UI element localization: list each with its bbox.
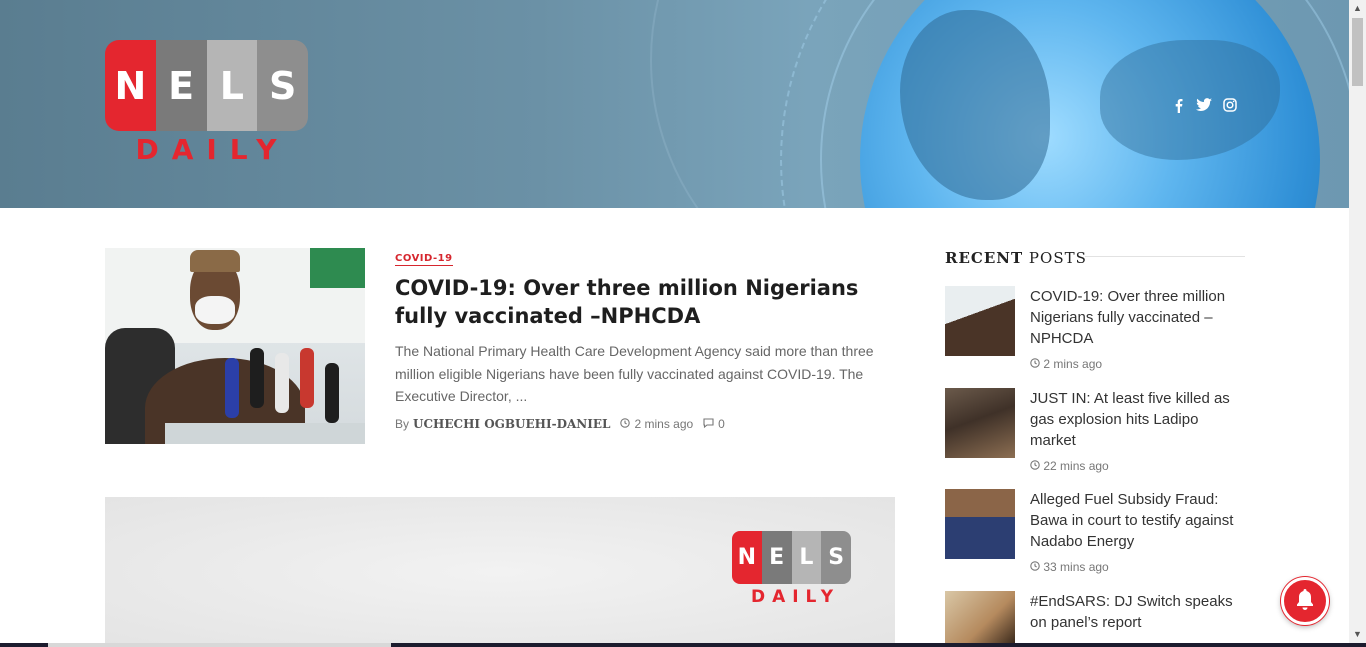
- post-time-text: 2 mins ago: [1043, 357, 1103, 371]
- heading-bold: RECENT: [945, 249, 1024, 267]
- logo-letter: E: [761, 531, 792, 584]
- taskbar-active-item: [48, 643, 391, 647]
- instagram-icon[interactable]: [1222, 96, 1238, 114]
- header-decoration-ring: [820, 0, 1349, 208]
- banner-logo: N E L S DAILY: [732, 531, 852, 611]
- recent-posts-heading: RECENT POSTS: [945, 249, 1087, 267]
- comment-icon[interactable]: [703, 417, 714, 431]
- recent-post-item[interactable]: COVID-19: Over three million Nigerians f…: [945, 286, 1245, 376]
- post-title[interactable]: #EndSARS: DJ Switch speaks on panel’s re…: [1030, 591, 1245, 633]
- author-link[interactable]: UCHECHI OGBUEHI-DANIEL: [413, 417, 610, 431]
- logo-subtitle: DAILY: [750, 587, 841, 607]
- post-title[interactable]: Alleged Fuel Subsidy Fraud: Bawa in cour…: [1030, 489, 1245, 552]
- comment-count[interactable]: 0: [718, 417, 725, 431]
- logo-subtitle: DAILY: [135, 133, 290, 166]
- twitter-icon[interactable]: [1196, 96, 1212, 114]
- clock-icon: [1030, 357, 1040, 371]
- logo-letter: S: [257, 40, 308, 131]
- logo-letter: S: [821, 531, 851, 584]
- image-person: [195, 296, 235, 324]
- post-title[interactable]: COVID-19: Over three million Nigerians f…: [1030, 286, 1245, 349]
- post-title[interactable]: JUST IN: At least five killed as gas exp…: [1030, 388, 1245, 451]
- site-header: N E L S DAILY: [0, 0, 1349, 208]
- logo-letters: N E L S: [105, 40, 308, 131]
- scroll-up-arrow-icon[interactable]: ▲: [1349, 0, 1366, 17]
- post-time: 22 mins ago: [1030, 459, 1109, 473]
- post-time-text: 22 mins ago: [1043, 459, 1109, 473]
- logo-letter: N: [105, 40, 156, 131]
- article-title[interactable]: COVID-19: Over three million Nigerians f…: [395, 274, 900, 330]
- image-table: [165, 423, 365, 444]
- category-tag[interactable]: COVID-19: [395, 253, 453, 266]
- logo-letter: E: [155, 40, 207, 131]
- byline-label: By: [395, 417, 410, 431]
- post-thumbnail[interactable]: [945, 489, 1015, 559]
- post-time-text: 33 mins ago: [1043, 560, 1109, 574]
- image-person: [190, 250, 240, 272]
- recent-post-item[interactable]: JUST IN: At least five killed as gas exp…: [945, 388, 1245, 478]
- featured-article-image[interactable]: [105, 248, 365, 444]
- logo-letter: N: [732, 531, 762, 584]
- bell-icon: [1294, 587, 1316, 616]
- post-thumbnail[interactable]: [945, 591, 1015, 643]
- image-backdrop: [310, 248, 365, 288]
- recent-post-item[interactable]: #EndSARS: DJ Switch speaks on panel’s re…: [945, 591, 1245, 643]
- logo-letter: L: [206, 40, 258, 131]
- post-thumbnail[interactable]: [945, 286, 1015, 356]
- clock-icon: [620, 417, 631, 431]
- facebook-icon[interactable]: [1170, 96, 1186, 114]
- clock-icon: [1030, 560, 1040, 574]
- site-logo[interactable]: N E L S DAILY: [105, 40, 308, 170]
- clock-icon: [1030, 459, 1040, 473]
- post-thumbnail[interactable]: [945, 388, 1015, 458]
- scrollbar-thumb[interactable]: [1352, 18, 1363, 86]
- logo-letters: N E L S: [732, 531, 851, 584]
- logo-letter: L: [791, 531, 822, 584]
- publish-time: 2 mins ago: [634, 417, 694, 431]
- post-time: 2 mins ago: [1030, 357, 1102, 371]
- heading-rest: POSTS: [1023, 249, 1087, 267]
- recent-post-item[interactable]: Alleged Fuel Subsidy Fraud: Bawa in cour…: [945, 489, 1245, 579]
- post-time: 33 mins ago: [1030, 560, 1109, 574]
- heading-divider: [1085, 256, 1245, 257]
- social-links: [1170, 96, 1238, 114]
- article-excerpt: The National Primary Health Care Develop…: [395, 343, 874, 404]
- vertical-scrollbar[interactable]: ▲ ▼: [1349, 0, 1366, 647]
- article-meta: By UCHECHI OGBUEHI-DANIEL 2 mins ago 0: [395, 417, 725, 431]
- scroll-down-arrow-icon[interactable]: ▼: [1349, 626, 1366, 643]
- notification-bell-button[interactable]: [1281, 577, 1329, 625]
